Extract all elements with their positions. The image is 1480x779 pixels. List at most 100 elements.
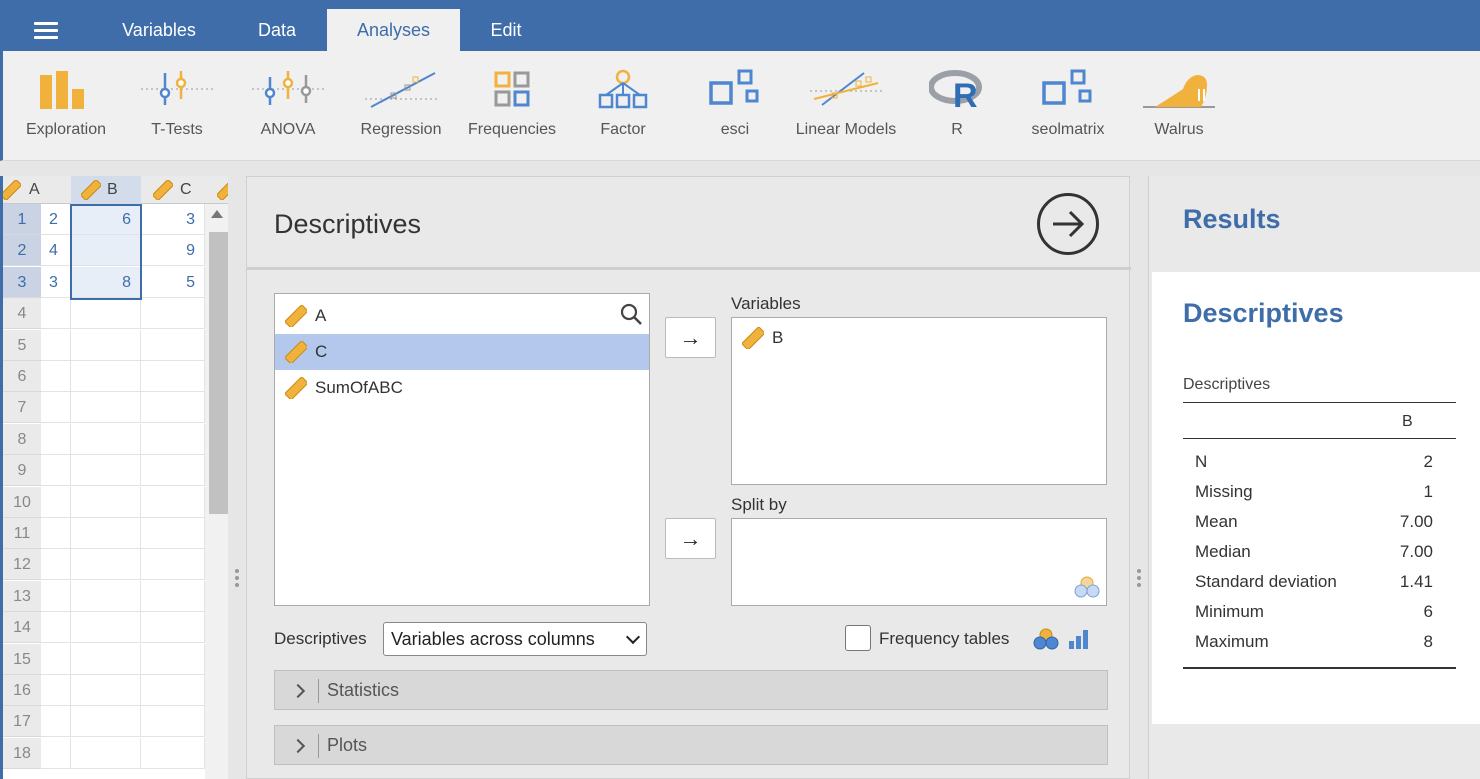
- grid-cell[interactable]: [41, 737, 71, 769]
- grid-cell[interactable]: [141, 361, 205, 392]
- frequency-tables-checkbox[interactable]: [845, 625, 871, 651]
- grid-cell[interactable]: [141, 486, 205, 518]
- row-number[interactable]: 12: [3, 549, 41, 581]
- grid-cell[interactable]: [41, 298, 71, 330]
- statistics-section[interactable]: Statistics: [274, 670, 1108, 710]
- variables-target-list[interactable]: B: [731, 317, 1107, 485]
- grid-cell[interactable]: [141, 580, 205, 612]
- grid-cell[interactable]: [141, 706, 205, 738]
- move-to-variables-button[interactable]: →: [665, 317, 716, 358]
- row-number[interactable]: 6: [3, 361, 41, 392]
- grid-cell[interactable]: [41, 612, 71, 644]
- grid-cell[interactable]: [71, 518, 141, 549]
- column-header-c[interactable]: C: [143, 176, 209, 204]
- grid-cell[interactable]: [71, 235, 141, 267]
- r-button[interactable]: R R: [902, 69, 1012, 149]
- resize-handle-right[interactable]: [1137, 569, 1141, 589]
- grid-cell[interactable]: [71, 580, 141, 612]
- grid-cell[interactable]: [71, 329, 141, 361]
- move-to-split-by-button[interactable]: →: [665, 518, 716, 559]
- esci-button[interactable]: esci: [680, 69, 790, 149]
- row-number[interactable]: 5: [3, 329, 41, 361]
- grid-cell[interactable]: 3: [141, 204, 205, 235]
- grid-cell[interactable]: [41, 392, 71, 424]
- grid-cell[interactable]: [71, 706, 141, 738]
- row-number[interactable]: 9: [3, 455, 41, 487]
- grid-cell[interactable]: [71, 675, 141, 706]
- grid-cell[interactable]: [71, 423, 141, 455]
- sheet-scrollbar[interactable]: [205, 204, 228, 779]
- tab-data[interactable]: Data: [230, 9, 324, 51]
- grid-cell[interactable]: [141, 549, 205, 581]
- grid-cell[interactable]: [41, 549, 71, 581]
- row-number[interactable]: 7: [3, 392, 41, 424]
- row-number[interactable]: 15: [3, 643, 41, 675]
- row-number[interactable]: 1: [3, 204, 41, 235]
- grid-cell[interactable]: [41, 643, 71, 675]
- linear-models-button[interactable]: Linear Models: [791, 69, 901, 149]
- row-number[interactable]: 14: [3, 612, 41, 644]
- factor-button[interactable]: Factor: [568, 69, 678, 149]
- grid-cell[interactable]: [71, 549, 141, 581]
- row-number[interactable]: 13: [3, 580, 41, 612]
- plots-section[interactable]: Plots: [274, 725, 1108, 765]
- list-item-a[interactable]: A: [275, 298, 649, 334]
- tab-edit[interactable]: Edit: [470, 9, 542, 51]
- grid-cell[interactable]: [71, 392, 141, 424]
- grid-cell[interactable]: [41, 329, 71, 361]
- grid-cell[interactable]: [41, 423, 71, 455]
- resize-handle-left[interactable]: [235, 569, 239, 589]
- list-item-b[interactable]: B: [732, 320, 1106, 356]
- run-analysis-button[interactable]: [1037, 193, 1099, 255]
- row-number[interactable]: 11: [3, 518, 41, 549]
- list-item-c[interactable]: C: [275, 334, 649, 370]
- row-number[interactable]: 17: [3, 706, 41, 738]
- scroll-thumb[interactable]: [209, 232, 228, 514]
- grid-cell[interactable]: [141, 455, 205, 487]
- anova-button[interactable]: ANOVA: [233, 69, 343, 149]
- grid-cell[interactable]: [71, 737, 141, 769]
- tab-analyses[interactable]: Analyses: [327, 9, 460, 51]
- grid-cell[interactable]: [71, 298, 141, 330]
- grid-cell[interactable]: [71, 361, 141, 392]
- grid-cell[interactable]: [141, 423, 205, 455]
- grid-cell[interactable]: 5: [141, 266, 205, 298]
- frequencies-button[interactable]: Frequencies: [457, 69, 567, 149]
- grid-cell[interactable]: [41, 518, 71, 549]
- row-number[interactable]: 4: [3, 298, 41, 330]
- grid-cell[interactable]: 3: [41, 266, 71, 298]
- grid-cell[interactable]: [141, 643, 205, 675]
- grid-cell[interactable]: [41, 361, 71, 392]
- row-number[interactable]: 10: [3, 486, 41, 518]
- grid-cell[interactable]: [141, 675, 205, 706]
- exploration-button[interactable]: Exploration: [11, 69, 121, 149]
- row-number[interactable]: 18: [3, 737, 41, 769]
- split-by-target-list[interactable]: [731, 518, 1107, 606]
- layout-select[interactable]: Variables across columns: [383, 622, 647, 656]
- available-variables-list[interactable]: A C SumOfABC: [274, 293, 650, 606]
- grid-cell[interactable]: 6: [71, 204, 141, 235]
- row-number[interactable]: 3: [3, 266, 41, 298]
- grid-cell[interactable]: [71, 643, 141, 675]
- grid-cell[interactable]: [41, 486, 71, 518]
- row-number[interactable]: 16: [3, 675, 41, 706]
- grid-cell[interactable]: 8: [71, 266, 141, 298]
- grid-cell[interactable]: [41, 706, 71, 738]
- tab-variables[interactable]: Variables: [104, 9, 214, 51]
- grid-cell[interactable]: [71, 612, 141, 644]
- grid-cell[interactable]: [71, 455, 141, 487]
- seolmatrix-button[interactable]: seolmatrix: [1013, 69, 1123, 149]
- hamburger-menu-icon[interactable]: [34, 22, 58, 40]
- grid-cell[interactable]: [71, 486, 141, 518]
- regression-button[interactable]: Regression: [346, 69, 456, 149]
- grid-cell[interactable]: 2: [41, 204, 71, 235]
- grid-cell[interactable]: [141, 737, 205, 769]
- grid-cell[interactable]: [141, 298, 205, 330]
- grid-cell[interactable]: [141, 392, 205, 424]
- column-header-b[interactable]: B: [71, 176, 141, 204]
- walrus-button[interactable]: Walrus: [1124, 69, 1234, 149]
- list-item-sumofabc[interactable]: SumOfABC: [275, 370, 649, 406]
- grid-cell[interactable]: 4: [41, 235, 71, 267]
- grid-cell[interactable]: [41, 580, 71, 612]
- grid-cell[interactable]: [141, 518, 205, 549]
